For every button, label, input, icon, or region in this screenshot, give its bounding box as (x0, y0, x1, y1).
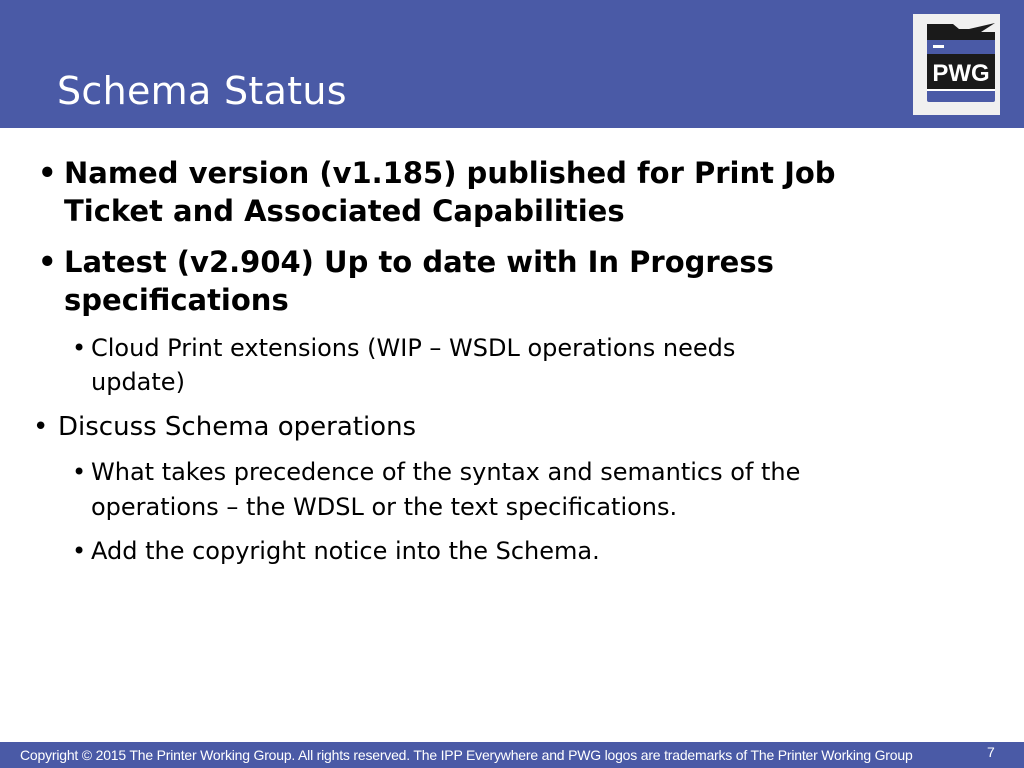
logo-text: PWG (932, 60, 989, 87)
bullet-line: specifications (64, 283, 289, 317)
slide-footer: Copyright © 2015 The Printer Working Gro… (0, 742, 1024, 768)
bullet-dot: • (33, 412, 49, 442)
page-number: 7 (987, 744, 995, 760)
bullet-line: Add the copyright notice into the Schema… (91, 537, 600, 565)
copyright-notice: Copyright © 2015 The Printer Working Gro… (20, 747, 913, 763)
slide-title: Schema Status (57, 69, 347, 113)
bullet-dot: • (72, 537, 87, 565)
printer-logo-icon: PWG (927, 23, 995, 102)
bullet-line: update) (91, 368, 185, 396)
bullet-dot: • (72, 334, 87, 362)
bullet-dot: • (72, 458, 87, 486)
bullet-line: Cloud Print extensions (WIP – WSDL opera… (91, 334, 736, 362)
bullet-line: Ticket and Associated Capabilities (64, 194, 625, 228)
bullet-line: What takes precedence of the syntax and … (91, 458, 801, 486)
bullet-dot: • (38, 245, 57, 279)
bullet-line: operations – the WDSL or the text specif… (91, 493, 678, 521)
pwg-logo: PWG (913, 14, 1000, 115)
bullet-line: Discuss Schema operations (58, 412, 417, 442)
bullet-dot: • (38, 156, 57, 190)
bullet-line: Latest (v2.904) Up to date with In Progr… (64, 245, 774, 279)
slide-header: Schema Status PWG (0, 0, 1024, 128)
bullet-line: Named version (v1.185) published for Pri… (64, 156, 836, 190)
